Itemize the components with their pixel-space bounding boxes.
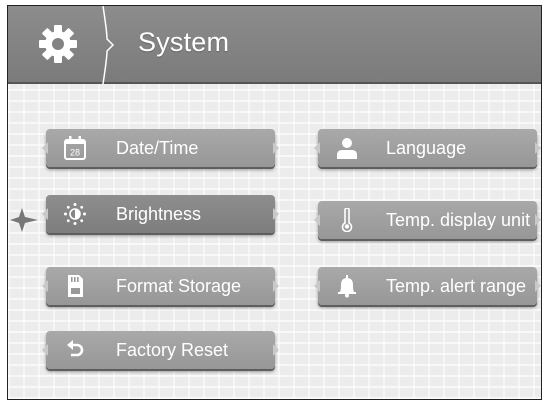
brightness-button[interactable]: Brightness (42, 195, 279, 233)
notch-left-icon (42, 344, 48, 356)
reset-arrow-icon (67, 340, 84, 357)
header-divider (102, 6, 115, 84)
notch-left-icon (314, 142, 320, 154)
calendar-icon: 28 (64, 136, 86, 160)
brightness-label: Brightness (116, 204, 202, 224)
factory-reset-button[interactable]: Factory Reset (42, 331, 279, 369)
bell-icon (338, 275, 356, 298)
selection-marker-icon (10, 208, 38, 232)
notch-right-icon (535, 280, 541, 292)
header-bar: System (8, 6, 541, 84)
notch-left-icon (42, 280, 48, 292)
format-storage-label: Format Storage (116, 276, 242, 296)
notch-right-icon (273, 344, 279, 356)
language-button[interactable]: Language (314, 129, 541, 167)
format-storage-button[interactable]: Format Storage (42, 267, 279, 305)
temp-alert-range-label: Temp. alert range (386, 276, 527, 296)
temp-alert-range-button[interactable]: Temp. alert range (314, 267, 541, 305)
temp-display-unit-button[interactable]: Temp. display unit (314, 201, 541, 239)
notch-left-icon (42, 208, 48, 220)
notch-left-icon (314, 214, 320, 226)
notch-right-icon (535, 214, 541, 226)
system-screen: System 28 Date/Time Brightness Format St… (7, 5, 542, 400)
language-label: Language (386, 138, 467, 158)
date-time-button[interactable]: 28 Date/Time (42, 129, 279, 167)
gear-icon (39, 25, 77, 63)
notch-right-icon (273, 208, 279, 220)
calendar-day-text: 28 (70, 148, 80, 158)
page-title: System (138, 27, 230, 57)
notch-right-icon (273, 280, 279, 292)
temp-display-unit-label: Temp. display unit (386, 210, 531, 230)
notch-left-icon (42, 142, 48, 154)
thermometer-icon (341, 208, 353, 232)
factory-reset-label: Factory Reset (116, 340, 229, 360)
brightness-icon (64, 203, 86, 225)
notch-right-icon (273, 142, 279, 154)
user-icon (337, 138, 357, 159)
date-time-label: Date/Time (116, 138, 199, 158)
notch-right-icon (535, 142, 541, 154)
sd-card-icon (68, 275, 83, 297)
notch-left-icon (314, 280, 320, 292)
